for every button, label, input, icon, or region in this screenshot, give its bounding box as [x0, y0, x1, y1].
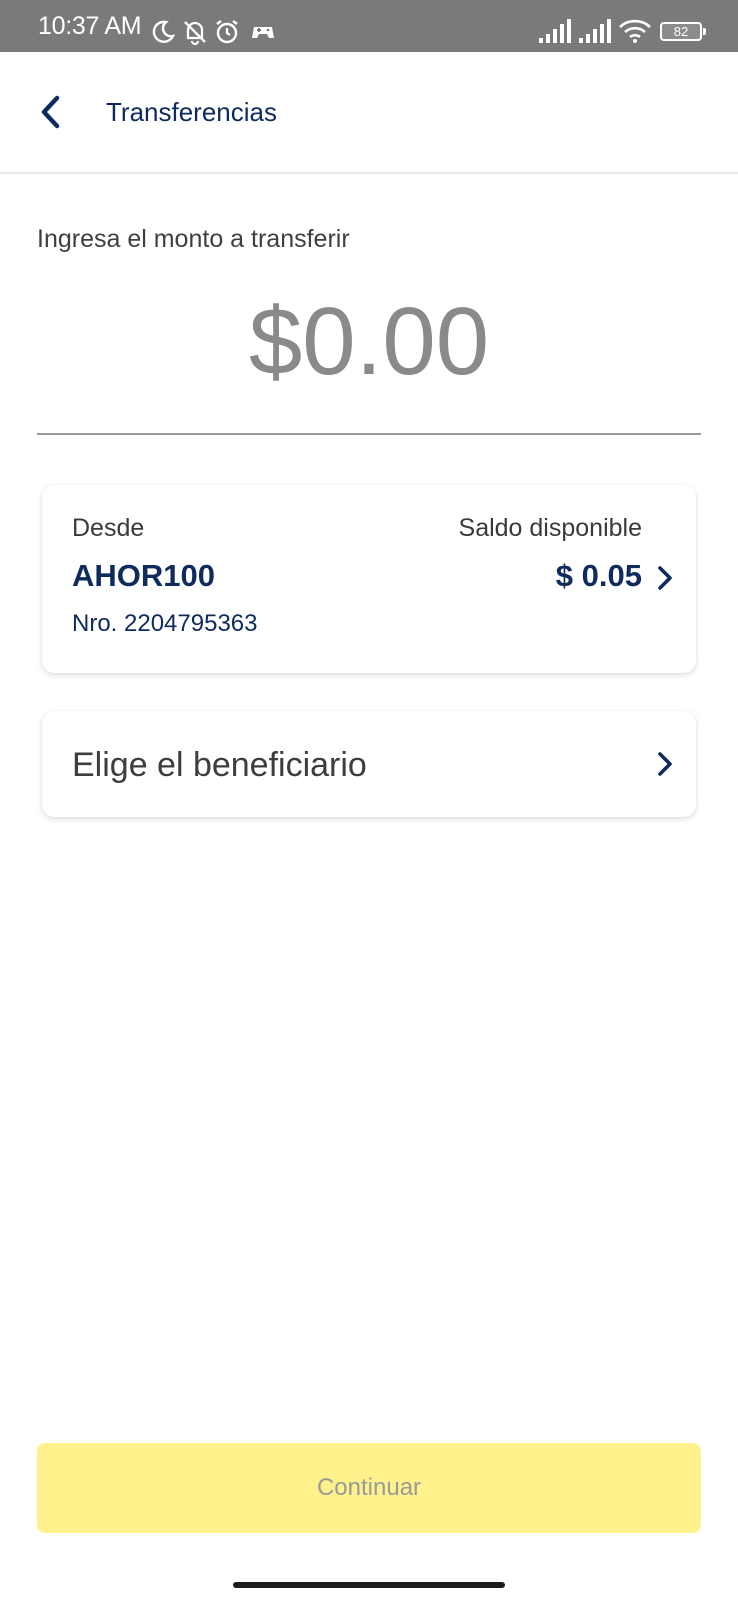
signal-icon	[579, 19, 611, 43]
amount-label: Ingresa el monto a transferir	[37, 225, 350, 253]
status-bar: 10:37 AM 82	[0, 0, 738, 52]
game-controller-icon	[252, 27, 274, 38]
beneficiary-label: Elige el beneficiario	[72, 746, 367, 784]
account-number: Nro. 2204795363	[72, 610, 258, 637]
balance-value: $ 0.05	[555, 558, 642, 593]
chevron-left-icon	[41, 95, 60, 129]
status-right-icons: 82	[538, 18, 708, 46]
bell-off-icon	[184, 21, 206, 46]
chevron-right-icon	[658, 752, 672, 776]
balance-label: Saldo disponible	[458, 514, 642, 542]
continue-button[interactable]: Continuar	[37, 1443, 701, 1533]
from-label: Desde	[72, 514, 145, 542]
choose-beneficiary-card[interactable]: Elige el beneficiario	[42, 711, 696, 817]
amount-underline	[37, 433, 701, 435]
source-account-card[interactable]: Desde AHOR100 Nro. 2204795363 Saldo disp…	[42, 485, 696, 673]
battery-level: 82	[660, 22, 702, 41]
amount-input[interactable]	[37, 290, 701, 394]
moon-icon	[152, 20, 176, 43]
page-title: Transferencias	[106, 97, 277, 127]
chevron-right-icon	[658, 566, 672, 590]
account-name: AHOR100	[72, 558, 215, 593]
back-button[interactable]	[30, 90, 74, 134]
home-indicator[interactable]	[233, 1582, 505, 1588]
app-header: Transferencias	[0, 52, 738, 174]
battery-icon: 82	[660, 18, 708, 46]
wifi-icon	[619, 19, 651, 43]
status-time: 10:37 AM	[38, 12, 142, 40]
alarm-icon	[216, 20, 238, 44]
battery-tip	[703, 28, 706, 35]
signal-icon	[539, 19, 571, 43]
